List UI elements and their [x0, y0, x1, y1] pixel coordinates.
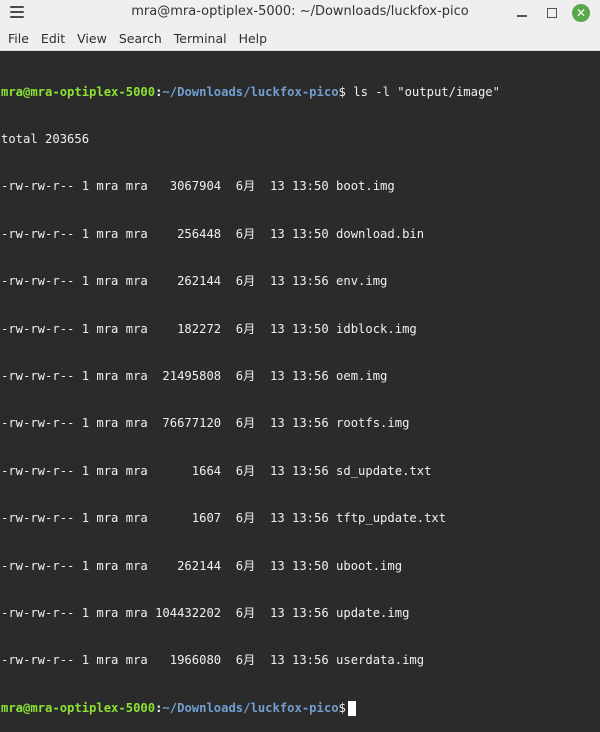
listing-row: -rw-rw-r-- 1 mra mra 3067904 6月 13 13:50…	[1, 179, 395, 194]
prompt-colon: :	[155, 700, 163, 715]
listing-row: -rw-rw-r-- 1 mra mra 21495808 6月 13 13:5…	[1, 368, 388, 383]
listing-row: -rw-rw-r-- 1 mra mra 262144 6月 13 13:50 …	[1, 558, 403, 573]
listing-row: -rw-rw-r-- 1 mra mra 104432202 6月 13 13:…	[1, 605, 410, 620]
prompt-user: mra@mra-optiplex-5000	[1, 84, 156, 99]
listing-row: -rw-rw-r-- 1 mra mra 256448 6月 13 13:50 …	[1, 226, 425, 241]
menu-terminal[interactable]: Terminal	[168, 31, 233, 46]
prompt-user: mra@mra-optiplex-5000	[1, 700, 156, 715]
maximize-button[interactable]	[542, 3, 562, 23]
close-button[interactable]: ✕	[571, 3, 591, 23]
listing-row: -rw-rw-r-- 1 mra mra 182272 6月 13 13:50 …	[1, 321, 417, 336]
command-text: ls -l "output/image"	[345, 84, 500, 99]
menu-bar: File Edit View Search Terminal Help	[0, 26, 600, 51]
listing-row: -rw-rw-r-- 1 mra mra 1966080 6月 13 13:56…	[1, 653, 425, 668]
active-prompt-line[interactable]: mra@mra-optiplex-5000:~/Downloads/luckfo…	[1, 700, 600, 717]
text-cursor	[347, 700, 356, 716]
listing-row: -rw-rw-r-- 1 mra mra 262144 6月 13 13:56 …	[1, 274, 388, 289]
minimize-icon	[517, 15, 527, 17]
listing-row: -rw-rw-r-- 1 mra mra 1607 6月 13 13:56 tf…	[1, 511, 447, 526]
menu-view[interactable]: View	[71, 31, 113, 46]
menu-file[interactable]: File	[2, 31, 35, 46]
window-title: mra@mra-optiplex-5000: ~/Downloads/luckf…	[131, 4, 469, 19]
maximize-icon	[547, 8, 557, 18]
listing-row: -rw-rw-r-- 1 mra mra 76677120 6月 13 13:5…	[1, 416, 410, 431]
prompt-path: ~/Downloads/luckfox-pico	[162, 700, 339, 715]
prompt-dollar: $	[338, 700, 346, 715]
listing-row: -rw-rw-r-- 1 mra mra 1664 6月 13 13:56 sd…	[1, 463, 432, 478]
prompt-path: ~/Downloads/luckfox-pico	[162, 84, 339, 99]
minimize-button[interactable]	[512, 3, 532, 23]
command-line: mra@mra-optiplex-5000:~/Downloads/luckfo…	[1, 85, 600, 101]
total-line: total 203656	[1, 131, 90, 146]
menu-search[interactable]: Search	[113, 31, 168, 46]
menu-edit[interactable]: Edit	[35, 31, 71, 46]
title-bar: mra@mra-optiplex-5000: ~/Downloads/luckf…	[0, 0, 600, 26]
menu-help[interactable]: Help	[233, 31, 274, 46]
prompt-dollar: $	[338, 84, 346, 99]
close-icon: ✕	[572, 4, 590, 22]
terminal-output[interactable]: mra@mra-optiplex-5000:~/Downloads/luckfo…	[0, 52, 600, 716]
